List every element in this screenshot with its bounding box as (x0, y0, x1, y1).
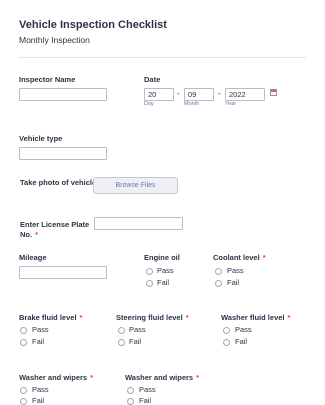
engine-oil-pass-label: Pass (157, 266, 174, 275)
engine-oil-label: Engine oil (144, 253, 180, 262)
steering-fluid-label: Steering fluid level * (116, 313, 189, 323)
coolant-fail-label: Fail (227, 278, 240, 287)
steering-fluid-pass-radio[interactable] (118, 327, 125, 334)
coolant-pass-radio[interactable] (215, 268, 222, 275)
washer-wipers-2-fail-radio[interactable] (127, 398, 134, 405)
brake-fluid-pass-radio[interactable] (20, 327, 27, 334)
engine-oil-fail-label: Fail (157, 278, 170, 287)
washer-wipers-fail-radio[interactable] (20, 398, 27, 405)
date-separator: - (177, 89, 180, 98)
browse-files-button[interactable]: Browse Files (93, 177, 178, 194)
brake-fluid-fail-label: Fail (32, 337, 45, 346)
washer-wipers-pass-radio[interactable] (20, 387, 27, 394)
washer-fluid-label-text: Washer fluid level (221, 313, 285, 322)
washer-fluid-pass-label: Pass (235, 325, 252, 334)
washer-fluid-fail-radio[interactable] (223, 339, 230, 346)
required-marker: * (90, 373, 93, 382)
date-day-input[interactable]: 20 (144, 88, 174, 101)
steering-fluid-label-text: Steering fluid level (116, 313, 183, 322)
brake-fluid-pass-label: Pass (32, 325, 49, 334)
washer-wipers-label: Washer and wipers * (19, 373, 93, 383)
brake-fluid-label-text: Brake fluid level (19, 313, 77, 322)
washer-wipers-2-fail-label: Fail (139, 396, 152, 405)
required-marker: * (196, 373, 199, 382)
engine-oil-fail-radio[interactable] (146, 280, 153, 287)
washer-fluid-label: Washer fluid level * (221, 313, 290, 323)
washer-wipers-2-pass-label: Pass (139, 385, 156, 394)
washer-wipers-pass-label: Pass (32, 385, 49, 394)
coolant-fail-radio[interactable] (215, 280, 222, 287)
coolant-level-label-text: Coolant level (213, 253, 260, 262)
brake-fluid-label: Brake fluid level * (19, 313, 82, 323)
date-month-sublabel: Month (184, 101, 200, 107)
washer-wipers-2-label: Washer and wipers * (125, 373, 199, 383)
required-marker: * (262, 253, 266, 262)
date-label: Date (144, 75, 161, 84)
washer-fluid-pass-radio[interactable] (223, 327, 230, 334)
license-plate-label: Enter License Plate No. * (20, 220, 89, 240)
required-marker: * (35, 230, 39, 239)
date-day-sublabel: Day (144, 101, 154, 107)
steering-fluid-pass-label: Pass (129, 325, 146, 334)
mileage-label: Mileage (19, 253, 47, 262)
engine-oil-pass-radio[interactable] (146, 268, 153, 275)
mileage-input[interactable] (19, 266, 107, 279)
form-title: Vehicle Inspection Checklist (19, 19, 167, 31)
brake-fluid-fail-radio[interactable] (20, 339, 27, 346)
steering-fluid-fail-radio[interactable] (118, 339, 125, 346)
washer-wipers-2-pass-radio[interactable] (127, 387, 134, 394)
coolant-pass-label: Pass (227, 266, 244, 275)
license-plate-label-line1: Enter License Plate (20, 220, 90, 229)
form-subtitle: Monthly Inspection (19, 35, 90, 45)
vehicle-type-label: Vehicle type (19, 134, 63, 143)
inspector-name-label: Inspector Name (19, 75, 76, 84)
washer-wipers-2-label-text: Washer and wipers (125, 373, 194, 382)
license-plate-label-line2: No. (20, 230, 33, 239)
date-year-sublabel: Year (225, 101, 237, 107)
photo-label: Take photo of vehicle (20, 178, 97, 187)
date-month-input[interactable]: 09 (184, 88, 214, 101)
header-divider (18, 57, 306, 58)
license-plate-input[interactable] (94, 217, 183, 230)
washer-fluid-fail-label: Fail (235, 337, 248, 346)
date-year-input[interactable]: 2022 (225, 88, 265, 101)
inspector-name-input[interactable] (19, 88, 107, 101)
vehicle-type-input[interactable] (19, 147, 107, 160)
required-marker: * (185, 313, 189, 322)
date-separator: - (218, 89, 221, 98)
coolant-level-label: Coolant level * (213, 253, 266, 263)
required-marker: * (79, 313, 83, 322)
washer-wipers-label-text: Washer and wipers (19, 373, 88, 382)
steering-fluid-fail-label: Fail (129, 337, 142, 346)
calendar-icon[interactable] (270, 89, 277, 96)
washer-wipers-fail-label: Fail (32, 396, 45, 405)
required-marker: * (287, 313, 291, 322)
